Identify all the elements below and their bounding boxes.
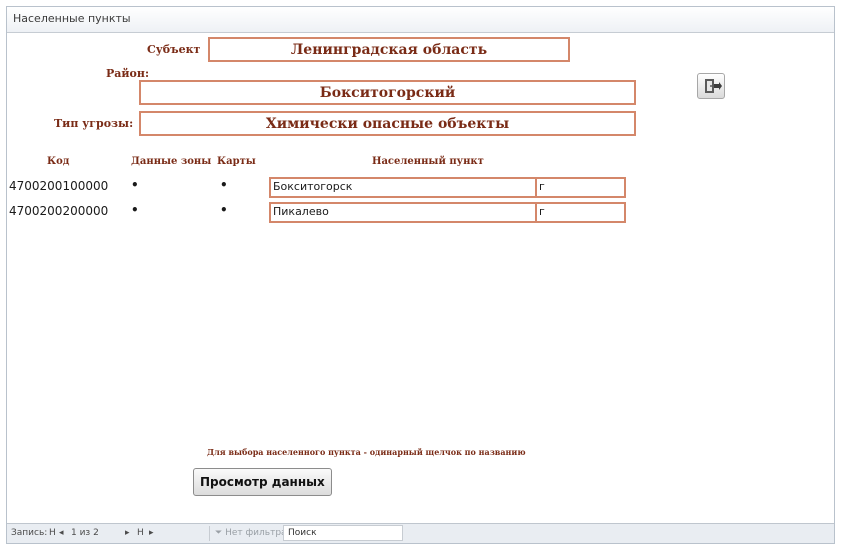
record-navigator: Запись: H ◂ 1 из 2 ▸ H ▸ ⏷ Нет фильтра П…: [7, 523, 834, 543]
threat-field[interactable]: Химически опасные объекты: [139, 111, 636, 136]
last-record-button[interactable]: H: [137, 528, 144, 538]
row-2-name-field[interactable]: Пикалево: [269, 202, 537, 223]
district-value: Бокситогорский: [319, 84, 456, 101]
window-title: Населенные пункты: [13, 12, 131, 25]
row-1-zone-link[interactable]: •: [131, 178, 139, 192]
subject-field[interactable]: Ленинградская область: [208, 37, 570, 62]
row-1-name-field[interactable]: Бокситогорск: [269, 177, 537, 198]
filter-label: Нет фильтра: [225, 528, 287, 538]
row-1-code: 4700200100000: [9, 179, 109, 193]
header-settlement: Населенный пункт: [372, 156, 484, 167]
selection-hint: Для выбора населенного пункта - одинарны…: [207, 447, 526, 457]
row-2-zone-link[interactable]: •: [131, 203, 139, 217]
threat-value: Химически опасные объекты: [265, 115, 510, 132]
title-bar: Населенные пункты: [7, 7, 834, 33]
district-label: Район:: [106, 67, 150, 80]
header-zone-data: Данные зоны: [131, 156, 212, 167]
exit-button[interactable]: [697, 73, 725, 99]
row-2-type-field[interactable]: г: [535, 202, 626, 223]
prev-record-button[interactable]: ◂: [59, 528, 64, 538]
row-2-code: 4700200200000: [9, 204, 109, 218]
subject-value: Ленинградская область: [290, 41, 488, 58]
filter-status[interactable]: ⏷ Нет фильтра: [215, 528, 287, 538]
record-label: Запись:: [11, 528, 48, 538]
new-record-button[interactable]: ▸: [149, 528, 154, 538]
funnel-icon: ⏷: [215, 528, 223, 538]
next-record-button[interactable]: ▸: [125, 528, 130, 538]
first-record-button[interactable]: H: [49, 528, 56, 538]
row-2-map-link[interactable]: •: [220, 203, 228, 217]
district-field[interactable]: Бокситогорский: [139, 80, 636, 105]
row-1-map-link[interactable]: •: [220, 178, 228, 192]
header-maps: Карты: [217, 156, 256, 167]
row-1-type-field[interactable]: г: [535, 177, 626, 198]
form-window: Населенные пункты Субъект Ленинградская …: [6, 6, 835, 544]
status-separator: [209, 526, 210, 541]
threat-label: Тип угрозы:: [54, 117, 134, 130]
search-input[interactable]: Поиск: [283, 525, 403, 541]
view-data-button[interactable]: Просмотр данных: [193, 468, 332, 496]
door-exit-icon: [705, 79, 722, 93]
record-position[interactable]: 1 из 2: [71, 528, 99, 538]
header-code: Код: [47, 156, 70, 167]
subject-label: Субъект: [147, 43, 201, 56]
